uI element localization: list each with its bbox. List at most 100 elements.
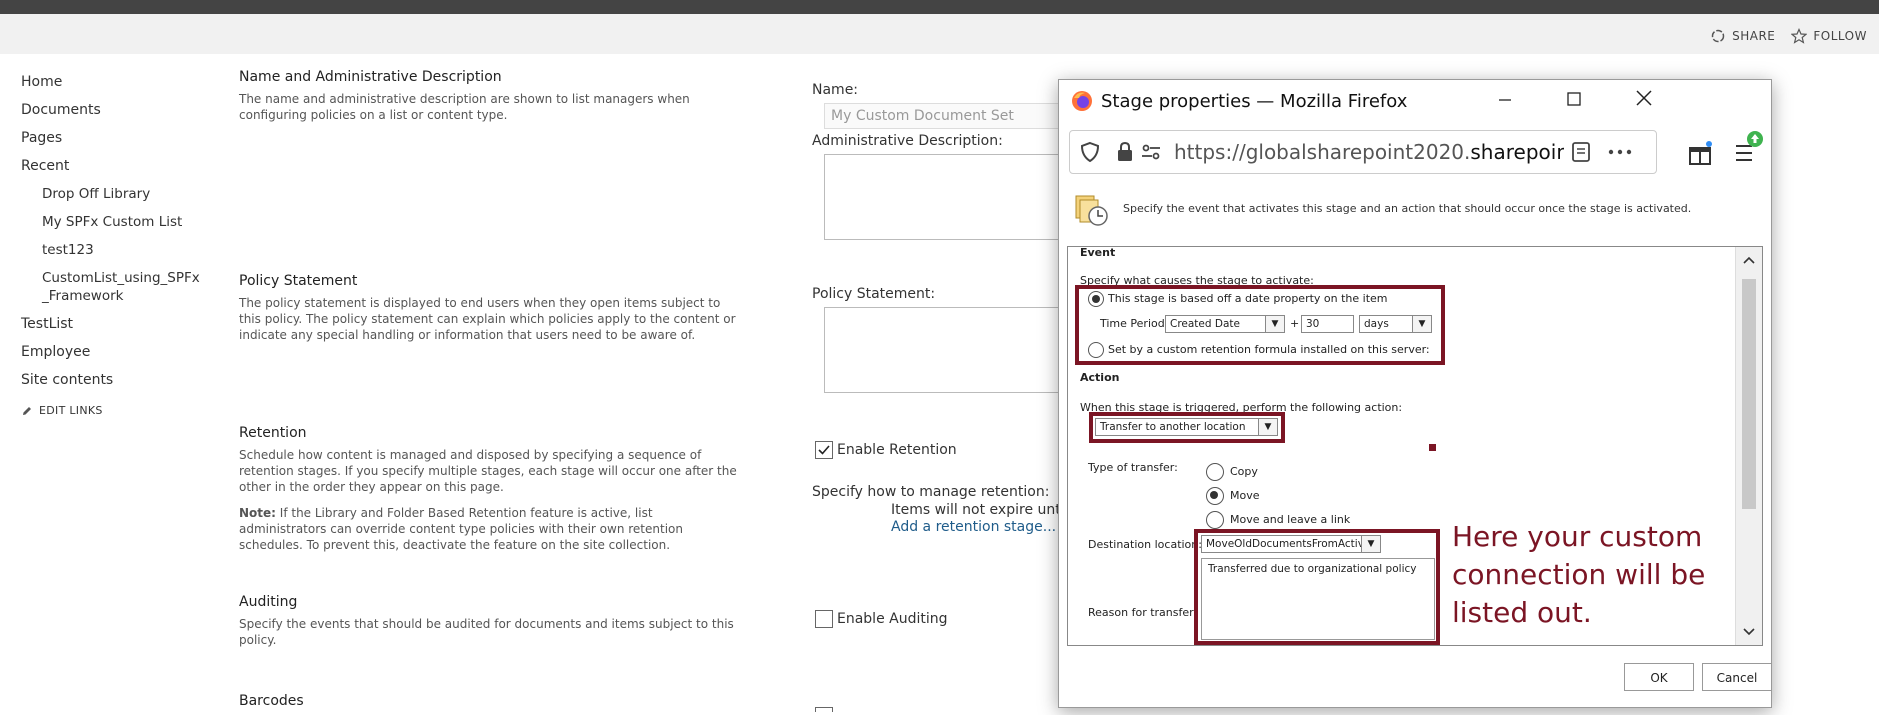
section-policy-statement: Policy Statement The policy statement is… — [239, 273, 739, 343]
url-prefix: https://globalsharepoint2020. — [1174, 140, 1471, 164]
lock-icon — [1118, 141, 1132, 161]
policy-statement-input[interactable] — [824, 307, 1066, 393]
transfer-copy-radio[interactable] — [1206, 463, 1224, 481]
address-bar[interactable]: https://globalsharepoint2020.sharepoint.… — [1069, 130, 1657, 174]
transfer-link-label: Move and leave a link — [1230, 513, 1351, 526]
left-navigation: Home Documents Pages Recent Drop Off Lib… — [21, 68, 201, 417]
marker-dot — [1429, 444, 1436, 451]
section-title: Name and Administrative Description — [239, 69, 502, 85]
share-button[interactable]: SHARE — [1710, 28, 1775, 44]
ribbon: SHARE FOLLOW — [0, 14, 1879, 54]
url-domain: sharepoint.co — [1470, 140, 1564, 164]
nav-recent-customlist-spfx[interactable]: CustomList_using_SPFx _Framework — [21, 264, 201, 310]
nav-item-home[interactable]: Home — [21, 68, 201, 96]
nav-recent-spfx-custom-list[interactable]: My SPFx Custom List — [21, 208, 201, 236]
more-options-icon[interactable] — [1608, 147, 1632, 157]
note-label: Note: — [239, 506, 276, 520]
follow-label: FOLLOW — [1813, 29, 1867, 43]
url-text: https://globalsharepoint2020.sharepoint.… — [1174, 140, 1564, 164]
nav-item-pages[interactable]: Pages — [21, 124, 201, 152]
event-header: Event — [1080, 246, 1116, 259]
destination-label: Destination location: — [1088, 538, 1202, 551]
no-expire-text: Items will not expire until a — [891, 502, 1082, 518]
name-value: My Custom Document Set — [831, 108, 1014, 124]
section-title: Auditing — [239, 594, 298, 610]
maximize-icon — [1567, 92, 1581, 106]
name-input[interactable]: My Custom Document Set — [824, 103, 1066, 129]
dialog-title: Stage properties — Mozilla Firefox — [1101, 90, 1408, 112]
nav-item-employee[interactable]: Employee — [21, 338, 201, 366]
edit-links-label: EDIT LINKS — [39, 404, 103, 417]
action-highlight-box — [1089, 412, 1285, 443]
star-icon — [1791, 28, 1808, 44]
dialog-titlebar: Stage properties — Mozilla Firefox — [1071, 90, 1407, 112]
retention-stage-icon — [1075, 195, 1108, 226]
nav-recent-test123[interactable]: test123 — [21, 236, 201, 264]
admin-description-input[interactable] — [824, 154, 1066, 240]
intro-text: Specify the event that activates this st… — [1123, 202, 1692, 215]
checkmark-icon — [818, 445, 830, 455]
follow-button[interactable]: FOLLOW — [1791, 28, 1867, 44]
section-retention: Retention Schedule how content is manage… — [239, 425, 739, 553]
transfer-type-label: Type of transfer: — [1088, 461, 1178, 474]
section-auditing: Auditing Specify the events that should … — [239, 594, 739, 648]
reason-label: Reason for transfer: — [1088, 606, 1198, 619]
section-title: Policy Statement — [239, 273, 358, 289]
pencil-icon — [23, 406, 31, 415]
transfer-copy-label: Copy — [1230, 465, 1258, 478]
nav-recent-drop-off-library[interactable]: Drop Off Library — [21, 180, 201, 208]
cancel-button[interactable]: Cancel — [1702, 663, 1772, 691]
reader-view-icon[interactable] — [1570, 141, 1592, 163]
enable-retention-label: Enable Retention — [837, 442, 957, 458]
admin-description-label: Administrative Description: — [812, 133, 1003, 149]
section-desc: The name and administrative description … — [239, 92, 690, 122]
enable-auditing-row[interactable]: Enable Auditing — [815, 610, 948, 628]
top-bar — [0, 0, 1879, 14]
section-desc: Schedule how content is managed and disp… — [239, 448, 737, 494]
event-highlight-box — [1075, 285, 1445, 365]
barcodes-checkbox[interactable] — [815, 707, 833, 712]
section-desc: The policy statement is displayed to end… — [239, 296, 736, 342]
name-label: Name: — [812, 82, 859, 98]
edit-links-button[interactable]: EDIT LINKS — [21, 404, 201, 417]
action-header: Action — [1080, 371, 1120, 384]
intro-area: Specify the event that activates this st… — [1067, 180, 1761, 240]
section-title: Retention — [239, 425, 307, 441]
retention-how-label: Specify how to manage retention: — [812, 484, 1050, 500]
shield-icon — [1080, 141, 1100, 163]
section-name-description: Name and Administrative Description The … — [239, 69, 739, 123]
nav-item-testlist[interactable]: TestList — [21, 310, 201, 338]
ok-button[interactable]: OK — [1624, 663, 1694, 691]
transfer-move-label: Move — [1230, 489, 1260, 502]
gift-icon[interactable] — [1687, 140, 1713, 166]
nav-item-recent[interactable]: Recent — [21, 152, 201, 180]
enable-retention-row[interactable]: Enable Retention — [815, 441, 957, 459]
minimize-button[interactable] — [1485, 88, 1525, 112]
destination-highlight-box — [1194, 529, 1440, 645]
nav-item-site-contents[interactable]: Site contents — [21, 366, 201, 394]
policy-statement-label: Policy Statement: — [812, 286, 936, 302]
share-label: SHARE — [1732, 29, 1776, 43]
section-title: Barcodes — [239, 693, 304, 709]
scroll-up-icon[interactable] — [1742, 255, 1756, 265]
add-retention-stage-link[interactable]: Add a retention stage... — [891, 519, 1056, 535]
share-icon — [1711, 29, 1725, 43]
maximize-button[interactable] — [1554, 88, 1594, 112]
note-text: If the Library and Folder Based Retentio… — [239, 506, 683, 552]
permissions-icon — [1142, 144, 1160, 160]
firefox-icon — [1072, 91, 1092, 111]
close-icon — [1636, 90, 1652, 106]
minimize-icon — [1499, 99, 1511, 101]
section-note: Note: If the Library and Folder Based Re… — [239, 505, 739, 553]
close-button[interactable] — [1624, 88, 1664, 112]
scrollbar-thumb[interactable] — [1742, 279, 1756, 509]
transfer-link-radio[interactable] — [1206, 511, 1224, 529]
menu-icon[interactable] — [1732, 130, 1764, 166]
annotation-callout: Here your custom connection will be list… — [1452, 520, 1706, 629]
nav-item-documents[interactable]: Documents — [21, 96, 201, 124]
enable-auditing-checkbox[interactable] — [815, 610, 833, 628]
enable-retention-checkbox[interactable] — [815, 441, 833, 459]
transfer-move-radio[interactable] — [1206, 487, 1224, 505]
enable-auditing-label: Enable Auditing — [837, 611, 948, 627]
section-desc: Specify the events that should be audite… — [239, 617, 734, 647]
